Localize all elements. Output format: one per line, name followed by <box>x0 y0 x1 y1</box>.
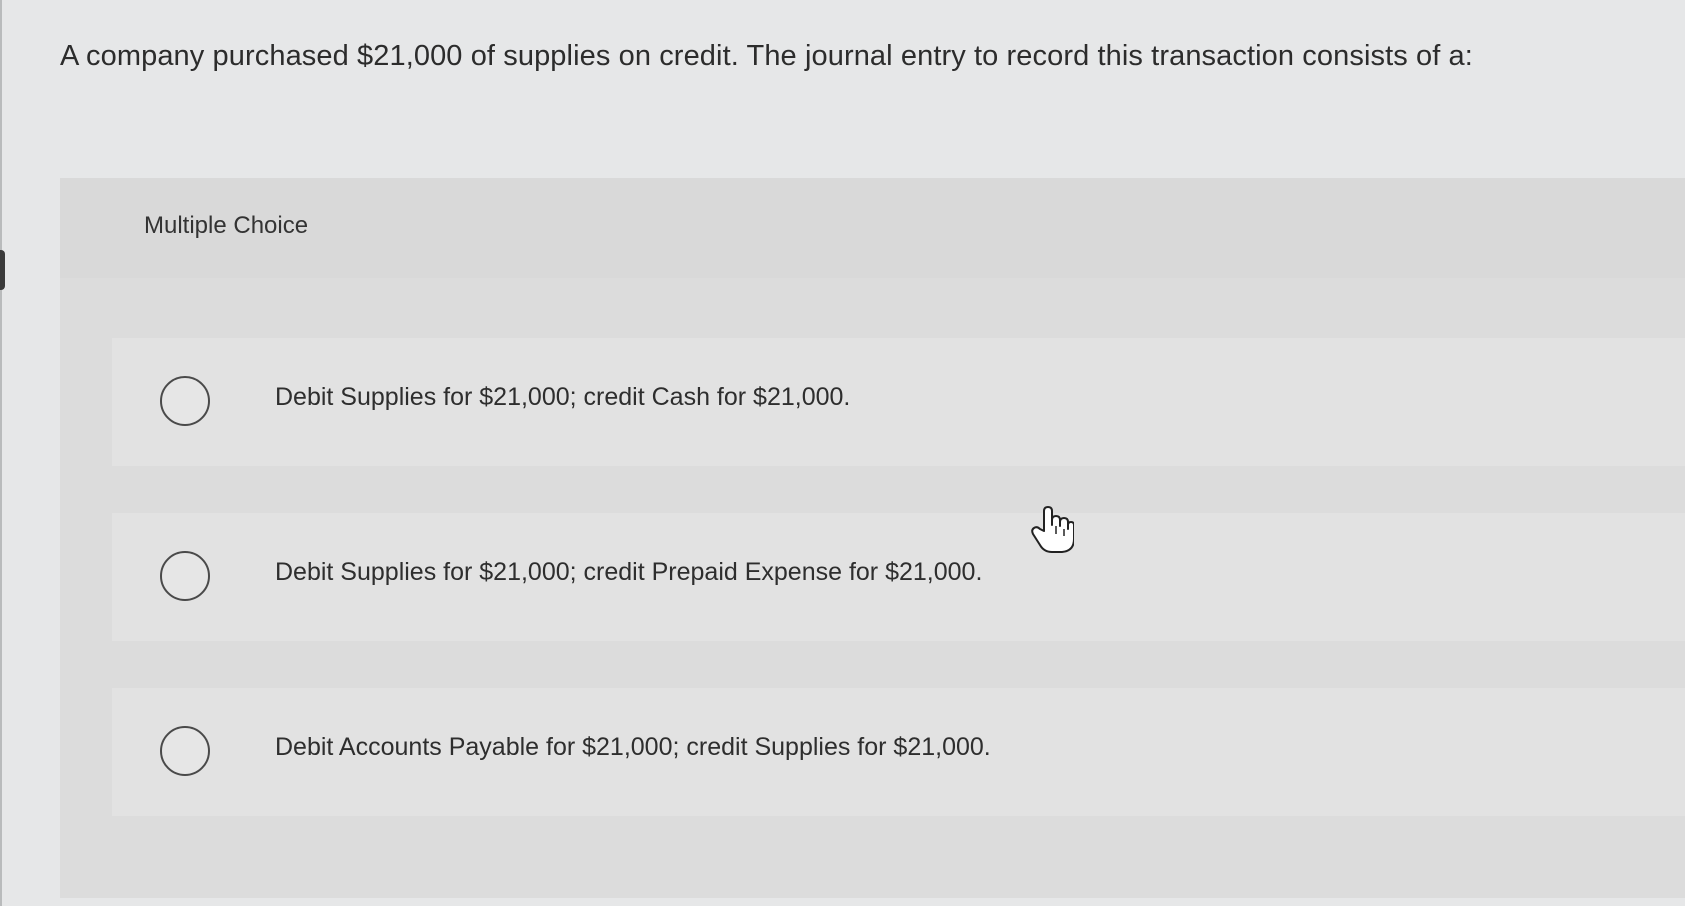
question-text: A company purchased $21,000 of supplies … <box>60 40 1473 72</box>
answer-option-3[interactable]: Debit Accounts Payable for $21,000; cred… <box>112 688 1685 816</box>
answer-option-label: Debit Supplies for $21,000; credit Prepa… <box>275 558 983 586</box>
page-left-edge <box>0 0 2 906</box>
hand-pointer-icon <box>1030 505 1075 555</box>
multiple-choice-header: Multiple Choice <box>60 178 1685 278</box>
answer-option-2[interactable]: Debit Supplies for $21,000; credit Prepa… <box>112 513 1685 641</box>
answer-option-label: Debit Supplies for $21,000; credit Cash … <box>275 383 851 411</box>
multiple-choice-title: Multiple Choice <box>144 212 309 239</box>
answer-option-label: Debit Accounts Payable for $21,000; cred… <box>275 733 991 761</box>
side-panel-tab[interactable] <box>0 250 5 290</box>
radio-button-icon[interactable] <box>160 726 210 776</box>
radio-button-icon[interactable] <box>160 376 210 426</box>
multiple-choice-panel: Multiple Choice Debit Supplies for $21,0… <box>60 178 1685 898</box>
radio-button-icon[interactable] <box>160 551 210 601</box>
answer-option-1[interactable]: Debit Supplies for $21,000; credit Cash … <box>112 338 1685 466</box>
